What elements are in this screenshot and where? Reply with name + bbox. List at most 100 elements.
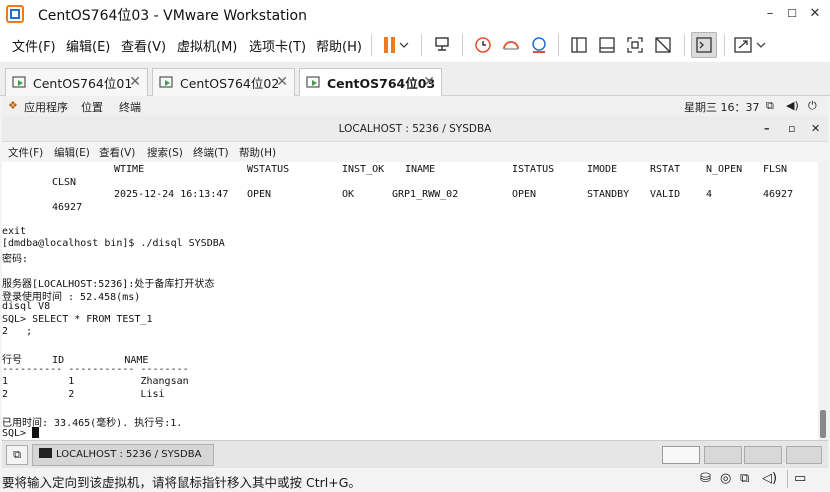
tab-close-icon[interactable]: ✕ (129, 74, 141, 90)
workspace-switcher-2[interactable] (704, 446, 742, 464)
pause-button[interactable] (378, 32, 412, 58)
revert-snapshot-button[interactable] (498, 32, 524, 58)
clock[interactable]: 星期三 16：37 (684, 99, 760, 115)
network-adapter-icon[interactable]: ⧉ (740, 471, 749, 486)
terminal-menu-bar: 文件(F) 编辑(E) 查看(V) 搜索(S) 终端(T) 帮助(H) (2, 142, 828, 162)
terminal-menu-file[interactable]: 文件(F) (8, 145, 43, 160)
cell-rstat: VALID (650, 189, 681, 200)
console-view-button[interactable] (691, 32, 717, 58)
cell-n-open: 4 (706, 189, 713, 200)
sql-prompt: SQL> (2, 428, 33, 439)
cell-flsn: 46927 (763, 189, 794, 200)
toolbar-separator (684, 34, 685, 56)
result-row: 2 2 Lisi (2, 389, 165, 400)
cell-iname: GRP1_RWW_02 (392, 189, 459, 200)
show-library-button[interactable] (566, 32, 592, 58)
hard-disk-icon[interactable]: ⛁ (700, 471, 711, 486)
tab-label: CentOS764位01 (33, 76, 133, 91)
menu-help[interactable]: 帮助(H) (316, 36, 362, 55)
console-icon (696, 37, 712, 53)
network-icon[interactable]: ⧉ (766, 99, 774, 113)
terminal-close-button[interactable]: ✕ (811, 116, 820, 142)
unity-mode-icon (655, 37, 671, 53)
stretch-guest-button[interactable] (731, 32, 771, 58)
taskbar-item-label: LOCALHOST : 5236 / SYSDBA (56, 449, 202, 460)
cell-wstatus: OPEN (247, 189, 272, 200)
terminal-maximize-button[interactable]: ▫ (788, 116, 795, 142)
tab-centos764-01[interactable]: CentOS764位01 ✕ (5, 68, 148, 96)
status-separator (787, 470, 788, 488)
scrollbar-thumb[interactable] (820, 410, 826, 438)
gnome-foot-icon: ❖ (8, 99, 18, 112)
close-button[interactable]: ✕ (805, 4, 825, 24)
status-message: 要将输入定向到该虚拟机，请将鼠标指针移入其中或按 Ctrl+G。 (2, 475, 361, 490)
col-header-n-open: N_OPEN (706, 164, 743, 175)
cell-istatus: OPEN (512, 189, 537, 200)
places-menu[interactable]: 位置 (81, 99, 103, 115)
show-desktop-button[interactable]: ⧉ (6, 445, 28, 465)
terminal-menu-view[interactable]: 查看(V) (99, 145, 135, 160)
unity-mode-button[interactable] (650, 32, 676, 58)
tab-centos764-03[interactable]: CentOS764位03 ✕ (299, 68, 442, 96)
show-thumbnail-bar-button[interactable] (594, 32, 620, 58)
power-icon[interactable]: ⏻ (808, 99, 817, 113)
terminal-title-bar: LOCALHOST : 5236 / SYSDBA – ▫ ✕ (2, 116, 828, 142)
sound-card-icon[interactable]: ◁) (762, 471, 777, 486)
terminal-menu-edit[interactable]: 编辑(E) (54, 145, 90, 160)
terminal-menu[interactable]: 终端 (119, 99, 141, 115)
workspace-switcher-3[interactable] (744, 446, 782, 464)
menu-edit[interactable]: 编辑(E) (66, 36, 110, 55)
full-screen-icon (627, 37, 643, 53)
window-title: CentOS764位03 - VMware Workstation (38, 8, 307, 24)
col-header-imode: IMODE (587, 164, 618, 175)
workspace-switcher-4[interactable] (786, 446, 822, 464)
full-screen-button[interactable] (622, 32, 648, 58)
taskbar-item-terminal[interactable]: LOCALHOST : 5236 / SYSDBA (32, 444, 214, 466)
vm-icon (159, 75, 173, 88)
col-header-istatus: ISTATUS (512, 164, 555, 175)
tab-label: CentOS764位03 (327, 76, 436, 91)
menu-vm[interactable]: 虚拟机(M) (177, 36, 237, 55)
message-log-icon[interactable]: ▭ (794, 471, 806, 486)
terminal-menu-terminal[interactable]: 终端(T) (193, 145, 229, 160)
col-header-inst-ok: INST_OK (342, 164, 385, 175)
terminal-minimize-button[interactable]: – (764, 116, 770, 142)
title-bar: CentOS764位03 - VMware Workstation – ☐ ✕ (0, 0, 830, 28)
menu-view[interactable]: 查看(V) (121, 36, 166, 55)
snapshot-manager-button[interactable] (526, 32, 552, 58)
send-ctrl-alt-del-button[interactable] (430, 32, 456, 58)
sql-prompt-line: SQL> (2, 427, 40, 439)
maximize-button[interactable]: ☐ (782, 4, 802, 24)
cd-dvd-icon[interactable]: ◎ (720, 471, 731, 486)
vmware-logo-icon (6, 5, 24, 23)
cell-imode: STANDBY (587, 189, 630, 200)
terminal-line: 密码: (2, 254, 29, 265)
col-header-flsn: FLSN (763, 164, 788, 175)
vmware-window: CentOS764位03 - VMware Workstation – ☐ ✕ … (0, 0, 830, 492)
minimize-button[interactable]: – (760, 4, 780, 24)
cell-inst-ok: OK (342, 189, 355, 200)
tab-close-icon[interactable]: ✕ (423, 74, 435, 90)
stretch-icon (734, 37, 766, 53)
terminal-menu-help[interactable]: 帮助(H) (239, 145, 276, 160)
vm-icon (12, 75, 26, 88)
terminal-line: exit (2, 226, 27, 237)
menu-file[interactable]: 文件(F) (12, 36, 56, 55)
volume-icon[interactable]: ◀) (786, 99, 799, 112)
tab-close-icon[interactable]: ✕ (276, 74, 288, 90)
toolbar-separator (371, 34, 372, 56)
snapshot-button[interactable] (470, 32, 496, 58)
terminal-line: disql V8 (2, 301, 51, 312)
library-panel-icon (571, 37, 587, 53)
menu-tabs[interactable]: 选项卡(T) (249, 36, 306, 55)
toolbar-separator (462, 34, 463, 56)
toolbar-separator (724, 34, 725, 56)
terminal-output[interactable]: WTIME WSTATUS INST_OK INAME ISTATUS IMOD… (2, 162, 818, 440)
applications-menu[interactable]: 应用程序 (24, 99, 68, 115)
pause-icon (384, 37, 409, 53)
workspace-switcher-1[interactable] (662, 446, 700, 464)
tab-centos764-02[interactable]: CentOS764位02 ✕ (152, 68, 295, 96)
terminal-scrollbar[interactable] (818, 162, 828, 440)
text-cursor (32, 427, 40, 438)
terminal-menu-search[interactable]: 搜索(S) (147, 145, 183, 160)
